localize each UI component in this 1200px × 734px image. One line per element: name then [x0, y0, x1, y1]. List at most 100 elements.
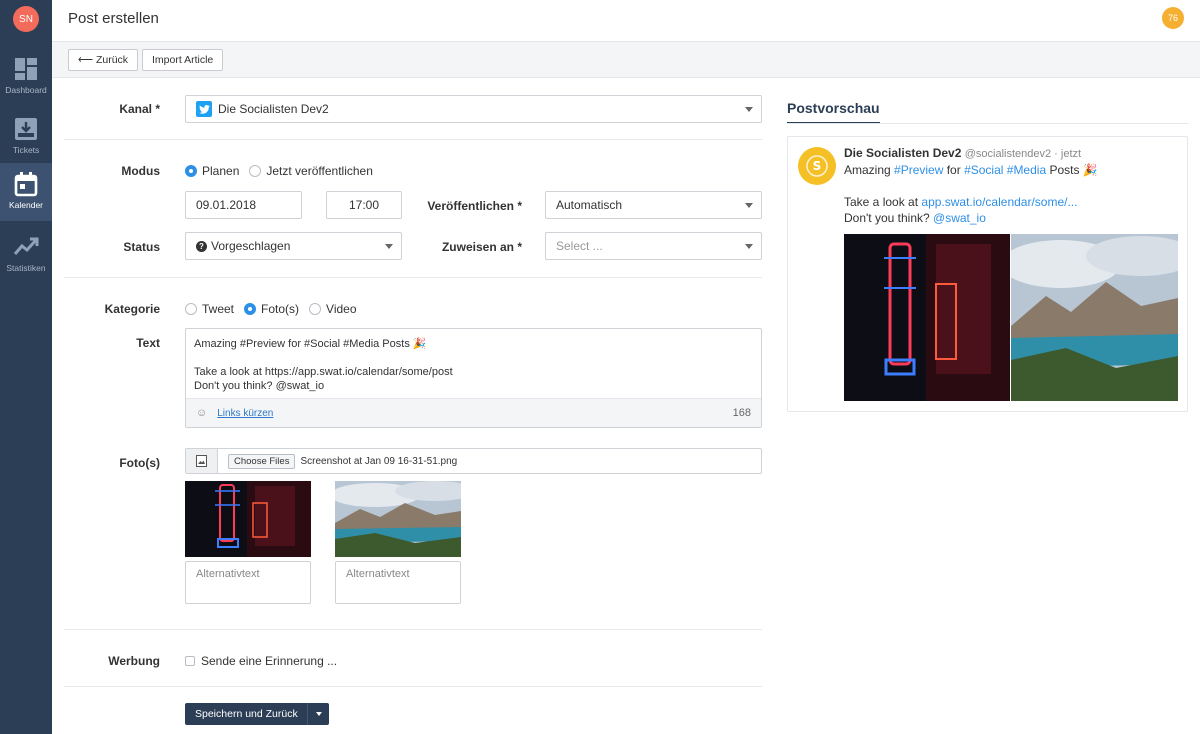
preview-text-part: Don't you think?: [844, 211, 934, 225]
modus-jetzt-radio[interactable]: [249, 165, 262, 177]
preview-text-part: Amazing: [844, 163, 895, 177]
divider: [64, 629, 762, 630]
veroeffentlichen-label: Veröffentlichen *: [427, 199, 522, 213]
preview-text-part: for: [943, 163, 965, 177]
chevron-down-icon: [745, 107, 753, 112]
twitter-icon: [196, 101, 212, 117]
modus-planen-radio[interactable]: [185, 165, 197, 177]
sidebar-item-dashboard[interactable]: Dashboard: [0, 48, 52, 106]
divider: [64, 277, 762, 278]
sidebar-item-label: Tickets: [12, 145, 40, 155]
werbung-label: Werbung: [108, 654, 160, 668]
kategorie-radio-group: Tweet Foto(s) Video: [185, 302, 367, 316]
kategorie-tweet-radio[interactable]: [185, 303, 197, 315]
preview-header: Die Socialisten Dev2 @socialistendev2 · …: [844, 146, 1081, 160]
sidebar: SN Dashboard Tickets Kalender Statistike…: [0, 0, 52, 734]
trend-chart-icon: [13, 237, 39, 255]
preview-text-part: Posts 🎉: [1046, 163, 1098, 177]
tab-postvorschau[interactable]: Postvorschau: [787, 100, 880, 124]
post-text-area[interactable]: Amazing #Preview for #Social #Media Post…: [185, 328, 762, 428]
preview-link[interactable]: app.swat.io/calendar/some/...: [921, 195, 1077, 209]
preview-mention[interactable]: @swat_io: [933, 211, 986, 225]
chevron-down-icon[interactable]: [307, 703, 329, 725]
zuweisen-label: Zuweisen an *: [441, 240, 522, 254]
links-kuerzen-link[interactable]: Links kürzen: [217, 408, 273, 419]
choose-files-button[interactable]: Choose Files: [228, 453, 296, 469]
modus-label: Modus: [121, 164, 160, 178]
inbox-icon: [15, 118, 37, 140]
sidebar-item-label: Statistiken: [6, 263, 46, 273]
svg-text:S: S: [813, 159, 822, 173]
reminder-label[interactable]: Sende eine Erinnerung ...: [201, 654, 337, 668]
post-text-line: Don't you think? @swat_io: [194, 380, 325, 392]
dashboard-icon: [15, 58, 37, 80]
file-name: Screenshot at Jan 09 16-31-51.png: [300, 455, 458, 467]
save-label[interactable]: Speichern und Zurück: [185, 708, 307, 720]
text-label: Text: [136, 336, 160, 350]
preview-handle: @socialistendev2 · jetzt: [964, 148, 1082, 160]
post-text-line: Amazing #Preview for #Social #Media Post…: [194, 338, 427, 350]
reminder-checkbox[interactable]: [185, 656, 195, 666]
preview-hashtag[interactable]: #Preview: [894, 163, 943, 177]
sidebar-item-label: Dashboard: [5, 85, 47, 95]
toolbar: ⟵ Zurück Import Article: [52, 42, 1200, 78]
time-input[interactable]: 17:00: [326, 191, 402, 219]
kategorie-tweet-label[interactable]: Tweet: [202, 302, 234, 316]
alt-text-input[interactable]: Alternativtext: [185, 561, 311, 604]
page-title: Post erstellen: [68, 10, 159, 27]
chevron-down-icon: [745, 244, 753, 249]
question-circle-icon: ?: [196, 240, 207, 252]
back-button[interactable]: ⟵ Zurück: [68, 49, 139, 71]
import-article-button[interactable]: Import Article: [142, 49, 224, 71]
preview-text-part: Take a look at: [844, 195, 922, 209]
preview-hashtag[interactable]: #Media: [1007, 163, 1046, 177]
photo-thumbnail-lake[interactable]: [335, 481, 461, 557]
status-select[interactable]: ? Vorgeschlagen: [185, 232, 402, 260]
veroeffentlichen-select[interactable]: Automatisch: [545, 191, 762, 219]
user-badge[interactable]: 76: [1162, 7, 1184, 29]
alt-text-input[interactable]: Alternativtext: [335, 561, 461, 604]
modus-jetzt-label[interactable]: Jetzt veröffentlichen: [266, 164, 373, 178]
kategorie-label: Kategorie: [104, 302, 160, 316]
preview-text: Amazing #Preview for #Social #Media Post…: [844, 162, 1179, 226]
divider: [64, 686, 762, 687]
preview-avatar: S: [798, 147, 836, 185]
sidebar-item-kalender[interactable]: Kalender: [0, 163, 52, 221]
tweet-preview-card: S Die Socialisten Dev2 @socialistendev2 …: [787, 136, 1188, 412]
kanal-value: Die Socialisten Dev2: [218, 102, 329, 116]
chevron-down-icon: [385, 244, 393, 249]
photo-thumbnail-neon[interactable]: [185, 481, 311, 557]
preview-hashtag[interactable]: #Social: [964, 163, 1003, 177]
preview-account-name: Die Socialisten Dev2: [844, 146, 962, 160]
divider: [64, 139, 762, 140]
header: Post erstellen 76: [52, 0, 1200, 42]
sidebar-item-tickets[interactable]: Tickets: [0, 108, 52, 166]
zuweisen-placeholder: Select ...: [556, 239, 603, 253]
kategorie-fotos-label[interactable]: Foto(s): [261, 302, 299, 316]
kategorie-fotos-radio[interactable]: [244, 303, 257, 315]
kategorie-video-radio[interactable]: [309, 303, 322, 315]
kanal-select[interactable]: Die Socialisten Dev2: [185, 95, 762, 123]
preview-image-neon: [844, 234, 1010, 401]
preview-image-lake: [1011, 234, 1178, 401]
sidebar-item-statistiken[interactable]: Statistiken: [0, 226, 52, 284]
text-toolbar: ☺ Links kürzen 168: [186, 398, 761, 427]
character-count: 168: [732, 407, 751, 419]
zuweisen-select[interactable]: Select ...: [545, 232, 762, 260]
calendar-icon: [14, 172, 38, 197]
kategorie-video-label[interactable]: Video: [326, 302, 356, 316]
date-input[interactable]: 09.01.2018: [185, 191, 302, 219]
kanal-label: Kanal *: [119, 102, 160, 116]
chevron-down-icon: [745, 203, 753, 208]
file-upload[interactable]: Choose Files Screenshot at Jan 09 16-31-…: [185, 448, 762, 474]
modus-planen-label[interactable]: Planen: [202, 164, 239, 178]
fotos-label: Foto(s): [119, 456, 160, 470]
avatar[interactable]: SN: [13, 6, 39, 32]
post-text-body[interactable]: Amazing #Preview for #Social #Media Post…: [186, 329, 761, 399]
werbung-checkbox-row: Sende eine Erinnerung ...: [185, 654, 337, 668]
save-and-back-button[interactable]: Speichern und Zurück: [185, 703, 329, 725]
divider: [787, 123, 1188, 124]
emoji-icon[interactable]: ☺: [196, 407, 207, 419]
status-label: Status: [123, 240, 160, 254]
post-text-line: Take a look at https://app.swat.io/calen…: [194, 366, 453, 378]
